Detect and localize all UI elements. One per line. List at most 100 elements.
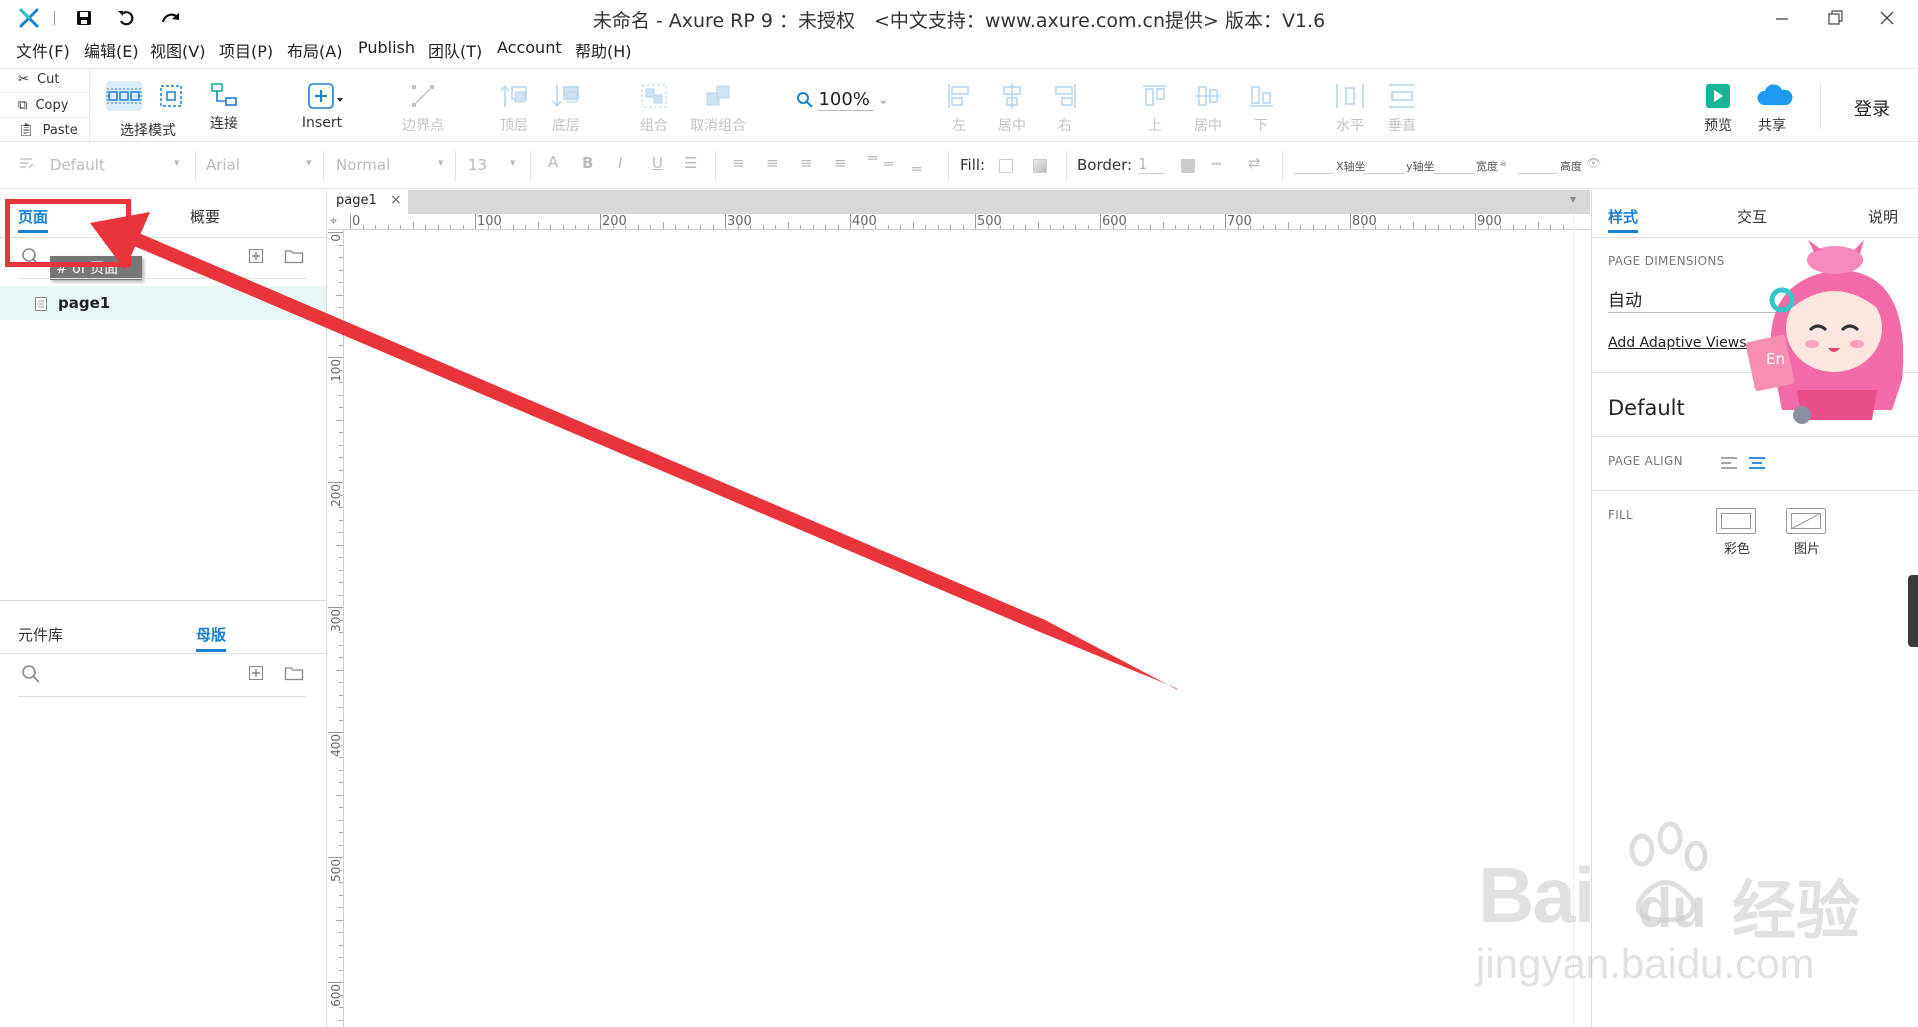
ruler-minor-tick	[339, 819, 343, 821]
menu-edit[interactable]: 编辑(E)	[84, 38, 139, 62]
italic-icon[interactable]: I	[618, 154, 622, 172]
valign-top-icon[interactable]: ═	[868, 149, 877, 167]
bold-icon[interactable]: B	[582, 154, 593, 172]
login-button[interactable]: 登录	[1848, 95, 1896, 121]
text-align-center-icon[interactable]: ≡	[766, 154, 779, 172]
add-adaptive-views-link[interactable]: Add Adaptive Views	[1608, 335, 1746, 351]
valign-bottom-icon[interactable]: ═	[912, 160, 921, 178]
align-top-button[interactable]: 上	[1138, 83, 1172, 135]
format-bar: Default ▾ Arial ▾ Normal ▾ 13 ▾ A B I U …	[0, 143, 1918, 189]
group-button[interactable]: 组合	[634, 83, 674, 135]
align-left-button[interactable]: 左	[942, 83, 976, 135]
menu-account[interactable]: Account	[497, 38, 562, 57]
tab-page1[interactable]: page1 ×	[328, 190, 408, 214]
tab-outline[interactable]: 概要	[190, 206, 220, 227]
underline-icon[interactable]: U	[652, 154, 663, 172]
ungroup-button[interactable]: 取消组合	[686, 83, 750, 135]
share-button[interactable]: 共享	[1752, 83, 1793, 135]
ruler-minor-tick	[339, 507, 343, 508]
font-weight-dropdown[interactable]: Normal	[336, 156, 390, 174]
style-dropdown[interactable]: Default	[50, 156, 105, 174]
zoom-dropdown[interactable]: 100% ⌄	[796, 89, 888, 111]
align-right-button[interactable]: 右	[1048, 83, 1082, 135]
ruler-tick-mark	[328, 357, 343, 358]
border-dash-icon[interactable]: ┅	[1212, 155, 1221, 173]
close-tab-icon[interactable]: ×	[390, 192, 402, 208]
border-color-swatch[interactable]	[1181, 159, 1195, 173]
distribute-horizontal-button[interactable]: 水平	[1332, 83, 1368, 135]
font-size-dropdown[interactable]: 13	[468, 156, 487, 174]
selection-mode-contain-button[interactable]	[154, 81, 188, 113]
bring-to-front-button[interactable]: 顶层	[494, 83, 534, 135]
paste-button[interactable]: 📋︎ Paste	[18, 123, 78, 138]
add-folder-icon[interactable]	[284, 665, 304, 681]
side-scroll-handle[interactable]	[1908, 575, 1918, 647]
lock-icon[interactable]: 🔒︎	[1500, 155, 1506, 170]
align-center-button[interactable]: 居中	[994, 83, 1030, 135]
close-button[interactable]	[1872, 6, 1902, 30]
ruler-minor-tick	[339, 269, 343, 271]
add-folder-icon[interactable]	[284, 248, 304, 264]
style-name[interactable]: Default	[1608, 396, 1685, 420]
add-page-icon[interactable]	[248, 248, 264, 264]
fill-image-button[interactable]	[1786, 508, 1826, 534]
minimize-button[interactable]	[1767, 6, 1797, 30]
list-item[interactable]: page1	[0, 286, 326, 320]
tab-library[interactable]: 元件库	[18, 624, 63, 645]
search-icon[interactable]	[20, 663, 42, 685]
bullet-list-icon[interactable]: ☰	[684, 154, 697, 172]
align-page-left-icon[interactable]	[1720, 456, 1738, 470]
menu-project[interactable]: 项目(P)	[219, 38, 273, 62]
text-align-right-icon[interactable]: ≡	[800, 154, 813, 172]
tab-interactions[interactable]: 交互	[1737, 206, 1767, 227]
ruler-minor-tick	[336, 919, 343, 921]
height-input[interactable]	[1518, 173, 1558, 174]
send-to-back-button[interactable]: 底层	[546, 83, 586, 135]
menu-file[interactable]: 文件(F)	[16, 38, 70, 62]
maximize-button[interactable]	[1820, 6, 1850, 30]
ruler-minor-tick	[336, 544, 343, 546]
points-button[interactable]: 边界点	[398, 83, 448, 135]
menu-help[interactable]: 帮助(H)	[575, 38, 632, 62]
page-dimensions-dropdown[interactable]: 自动	[1608, 286, 1642, 311]
tab-list-chevron-icon[interactable]: ▾	[1570, 192, 1576, 206]
vertical-ruler: 0 100 200 300 400 500 600	[328, 230, 344, 1027]
ruler-minor-tick	[412, 222, 414, 229]
selection-mode-intersect-button[interactable]	[104, 81, 144, 113]
border-width-input[interactable]: 1	[1138, 155, 1164, 174]
add-master-icon[interactable]	[248, 665, 264, 681]
eye-icon[interactable]: 👁︎	[1586, 156, 1601, 170]
fill-gradient-swatch[interactable]	[1033, 159, 1047, 173]
menu-arrange[interactable]: 布局(A)	[287, 38, 342, 62]
font-color-icon[interactable]: A	[548, 153, 558, 171]
menu-publish[interactable]: Publish	[358, 38, 415, 57]
align-middle-button[interactable]: 居中	[1190, 83, 1226, 135]
preview-button[interactable]: 预览	[1700, 83, 1736, 135]
ruler-minor-tick	[1062, 225, 1064, 229]
insert-button[interactable]: Insert	[298, 83, 346, 131]
x-input[interactable]	[1294, 173, 1334, 174]
fill-color-swatch[interactable]	[999, 159, 1013, 173]
cut-button[interactable]: ✂ Cut	[18, 72, 59, 87]
align-bottom-button[interactable]: 下	[1244, 83, 1278, 135]
text-justify-icon[interactable]: ≡	[834, 154, 847, 172]
y-input[interactable]	[1364, 173, 1404, 174]
align-page-center-icon[interactable]	[1748, 456, 1766, 470]
width-input[interactable]	[1434, 173, 1474, 174]
fill-color-button[interactable]	[1716, 508, 1756, 534]
tab-style[interactable]: 样式	[1608, 206, 1638, 227]
font-dropdown[interactable]: Arial	[206, 156, 240, 174]
tab-masters[interactable]: 母版	[196, 624, 226, 645]
menu-team[interactable]: 团队(T)	[428, 38, 482, 62]
tab-notes[interactable]: 说明	[1868, 206, 1898, 227]
text-align-left-icon[interactable]: ≡	[732, 154, 745, 172]
copy-button[interactable]: ⧉ Copy	[18, 98, 68, 113]
ruler-minor-tick	[925, 225, 926, 229]
connect-button[interactable]: 连接	[204, 81, 244, 133]
design-canvas[interactable]	[345, 231, 1589, 1027]
arrow-style-icon[interactable]: ⇄	[1248, 154, 1261, 172]
distribute-vertical-button[interactable]: 垂直	[1384, 83, 1420, 135]
valign-middle-icon[interactable]: ═	[884, 155, 893, 173]
menu-view[interactable]: 视图(V)	[150, 38, 205, 62]
ruler-minor-tick	[1200, 225, 1201, 229]
